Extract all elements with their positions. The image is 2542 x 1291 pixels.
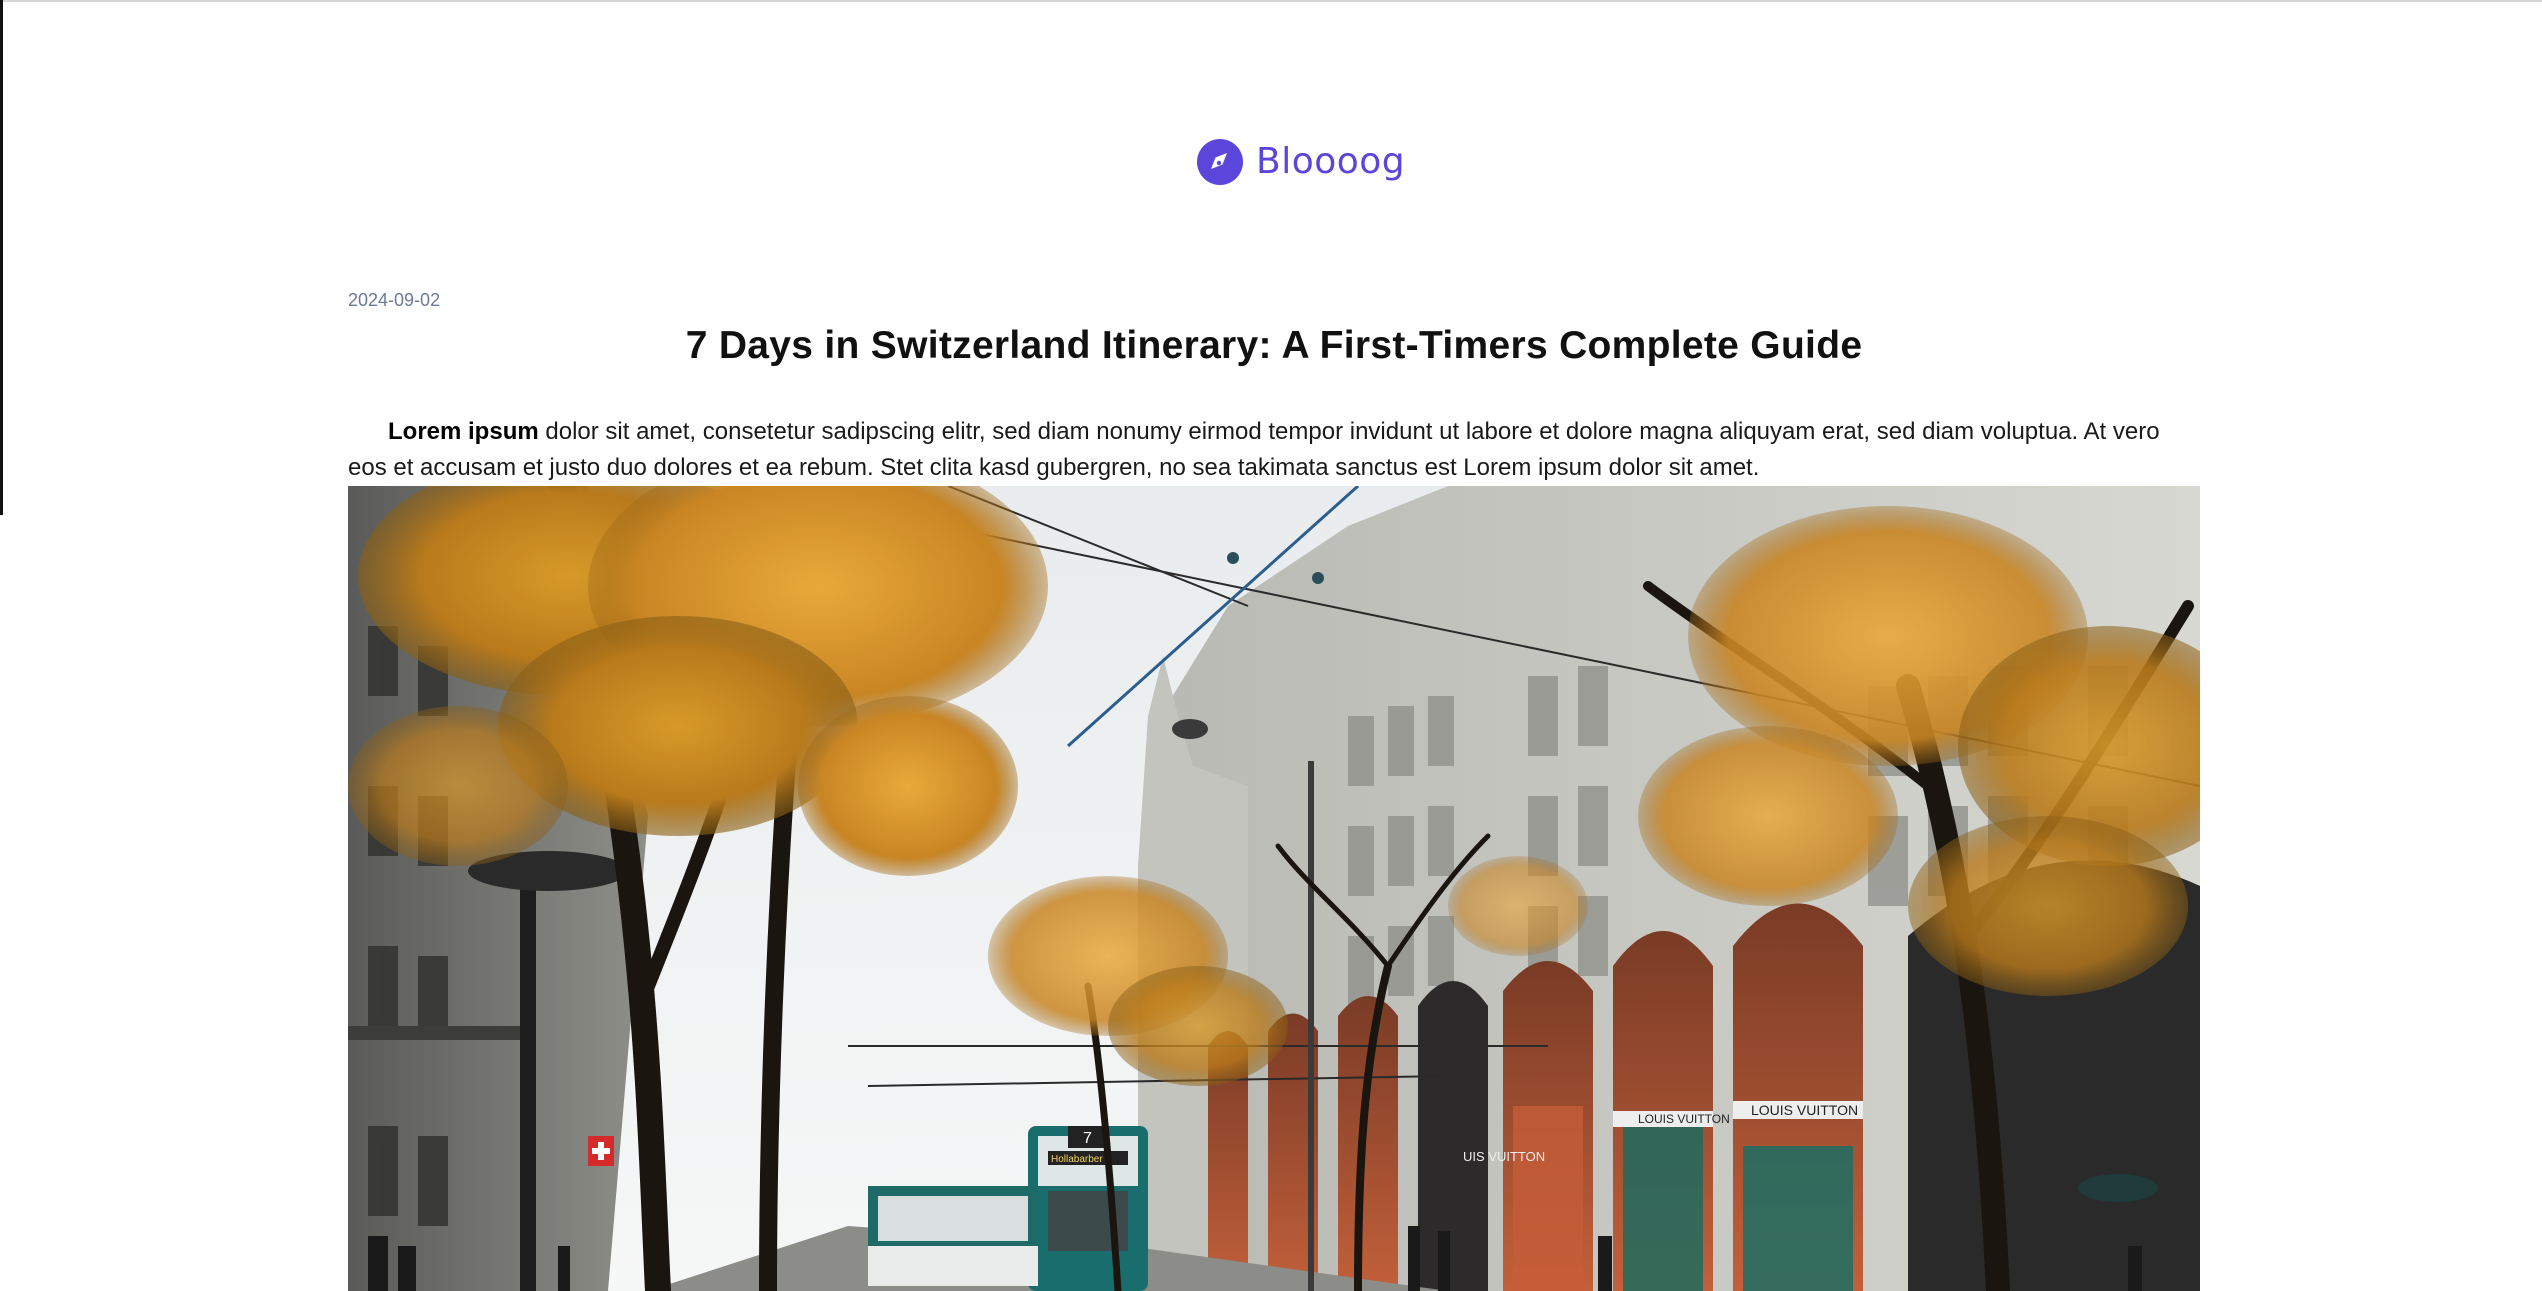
store-sign-1: LOUIS VUITTON — [1638, 1112, 1730, 1126]
brand-name: Bloooog — [1256, 141, 1406, 182]
post-date: 2024-09-02 — [348, 290, 441, 310]
window-top-border — [0, 0, 2542, 2]
post-title: 7 Days in Switzerland Itinerary: A First… — [685, 324, 1863, 367]
page: Bloooog 2024-09-02 7 Days in Switzerland… — [0, 0, 2542, 1291]
window-left-border — [0, 0, 3, 515]
tram-destination: Hollabarber — [1051, 1154, 1103, 1165]
store-sign-3: UIS VUITTON — [1463, 1149, 1545, 1164]
brand-home-link[interactable]: Bloooog — [1196, 138, 1405, 186]
post-lead-paragraph: Lorem ipsum dolor sit amet, consetetur s… — [348, 414, 2200, 486]
tram-number: 7 — [1083, 1130, 1092, 1147]
compass-icon — [1197, 139, 1243, 185]
lead-bold-text: Lorem ipsum — [388, 418, 539, 445]
hero-image: LOUIS VUITTON LOUIS VUITTON UIS VUITTON — [348, 486, 2200, 1291]
store-sign-2: LOUIS VUITTON — [1751, 1102, 1858, 1118]
lead-body-text: dolor sit amet, consetetur sadipscing el… — [348, 418, 2160, 481]
zurich-street-photo: LOUIS VUITTON LOUIS VUITTON UIS VUITTON — [348, 486, 2200, 1291]
